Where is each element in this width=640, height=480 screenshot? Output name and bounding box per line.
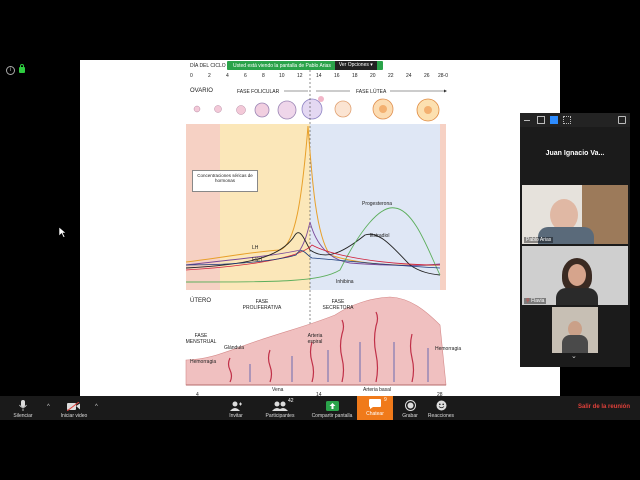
- invite-label: Invitar: [229, 413, 243, 419]
- secretory-phase-label: FASE SECRETORA: [322, 299, 354, 311]
- start-video-button[interactable]: Iniciar video: [56, 398, 92, 422]
- muted-icon: ⚲: [526, 298, 530, 304]
- lh-label: LH: [252, 245, 259, 251]
- smiley-icon: [436, 400, 446, 411]
- active-speaker-name: Juan Ignacio Va...: [545, 150, 605, 157]
- lock-icon[interactable]: [19, 64, 25, 73]
- share-screen-label: Compartir pantalla: [311, 413, 353, 419]
- reactions-button[interactable]: Reacciones: [425, 398, 457, 422]
- share-screen-icon: [325, 401, 339, 411]
- chevron-down-icon[interactable]: ⌄: [571, 352, 577, 360]
- spiral-artery-label: Arteria espiral: [307, 333, 323, 345]
- participant-name: ⚲ Flavia: [524, 298, 547, 304]
- follicle-sequence: [193, 96, 440, 122]
- caret-up-icon[interactable]: ^: [95, 404, 98, 410]
- person-body: [562, 335, 588, 353]
- panel-toolbar: [520, 113, 630, 127]
- microphone-icon: [19, 400, 27, 411]
- info-icon[interactable]: i: [6, 66, 15, 75]
- person-body: [556, 288, 598, 305]
- participants-button[interactable]: 42 Participantes: [262, 398, 298, 422]
- gland-label: Glándula: [224, 345, 245, 351]
- chat-label: Chatear: [366, 411, 384, 417]
- chat-icon: [369, 399, 381, 409]
- invite-button[interactable]: Invitar: [224, 398, 248, 422]
- participants-icon: [272, 401, 288, 411]
- video-tile[interactable]: ⚲ Flavia: [522, 246, 628, 305]
- participants-count: 42: [288, 398, 294, 404]
- uterus-label: ÚTERO: [190, 298, 211, 304]
- participant-name: Pablo Arias: [524, 237, 554, 243]
- mouse-cursor-icon: [59, 227, 67, 238]
- shared-screen: Usted está viendo la pantalla de Pablo A…: [80, 60, 560, 396]
- hemorrhage-right-label: Hemorragia: [435, 346, 462, 352]
- leave-meeting-button[interactable]: Salir de la reunión: [578, 404, 630, 410]
- person-face: [568, 264, 586, 286]
- caret-up-icon[interactable]: ^: [47, 404, 50, 410]
- record-icon: [404, 400, 416, 411]
- gallery-view-icon[interactable]: [563, 116, 571, 124]
- cycle-diagram: [185, 70, 447, 386]
- hormone-concentration-box: Concentraciones séricas de hormonas: [192, 170, 258, 192]
- participants-label: Participantes: [265, 413, 295, 419]
- add-person-icon: [230, 401, 242, 411]
- video-tile[interactable]: [522, 307, 628, 353]
- estradiol-label: Estradiol: [370, 233, 390, 239]
- fullscreen-icon[interactable]: [618, 116, 626, 124]
- minimize-icon[interactable]: [524, 116, 530, 121]
- video-off-icon: [67, 402, 80, 411]
- participant-name-text: Flavia: [531, 298, 545, 304]
- menstrual-phase-label: FASE MENSTRUAL: [185, 333, 217, 345]
- mute-button[interactable]: Silenciar: [8, 398, 38, 422]
- record-label: Grabar: [402, 413, 418, 419]
- record-button[interactable]: Grabar: [398, 398, 422, 422]
- video-tile[interactable]: Pablo Arias: [522, 185, 628, 244]
- chat-count: 9: [384, 397, 387, 403]
- vein-label: Vena: [272, 387, 284, 393]
- strip-view-icon[interactable]: [550, 116, 558, 124]
- progesterone-label: Progesterona: [362, 201, 393, 207]
- hemorrhage-left-label: Hemorragia: [190, 359, 217, 365]
- mute-label: Silenciar: [13, 413, 33, 419]
- speaker-view-icon[interactable]: [537, 116, 545, 124]
- basal-artery-label: Arteria basal: [363, 387, 392, 393]
- proliferative-phase-label: FASE PROLIFERATIVA: [242, 299, 282, 311]
- reactions-label: Reacciones: [427, 413, 455, 419]
- fsh-label: FSH: [252, 257, 262, 263]
- chat-button[interactable]: 9 Chatear: [357, 396, 393, 420]
- inhibin-label: Inhibina: [336, 279, 354, 285]
- start-video-label: Iniciar video: [60, 413, 88, 419]
- share-screen-button[interactable]: Compartir pantalla: [308, 398, 356, 422]
